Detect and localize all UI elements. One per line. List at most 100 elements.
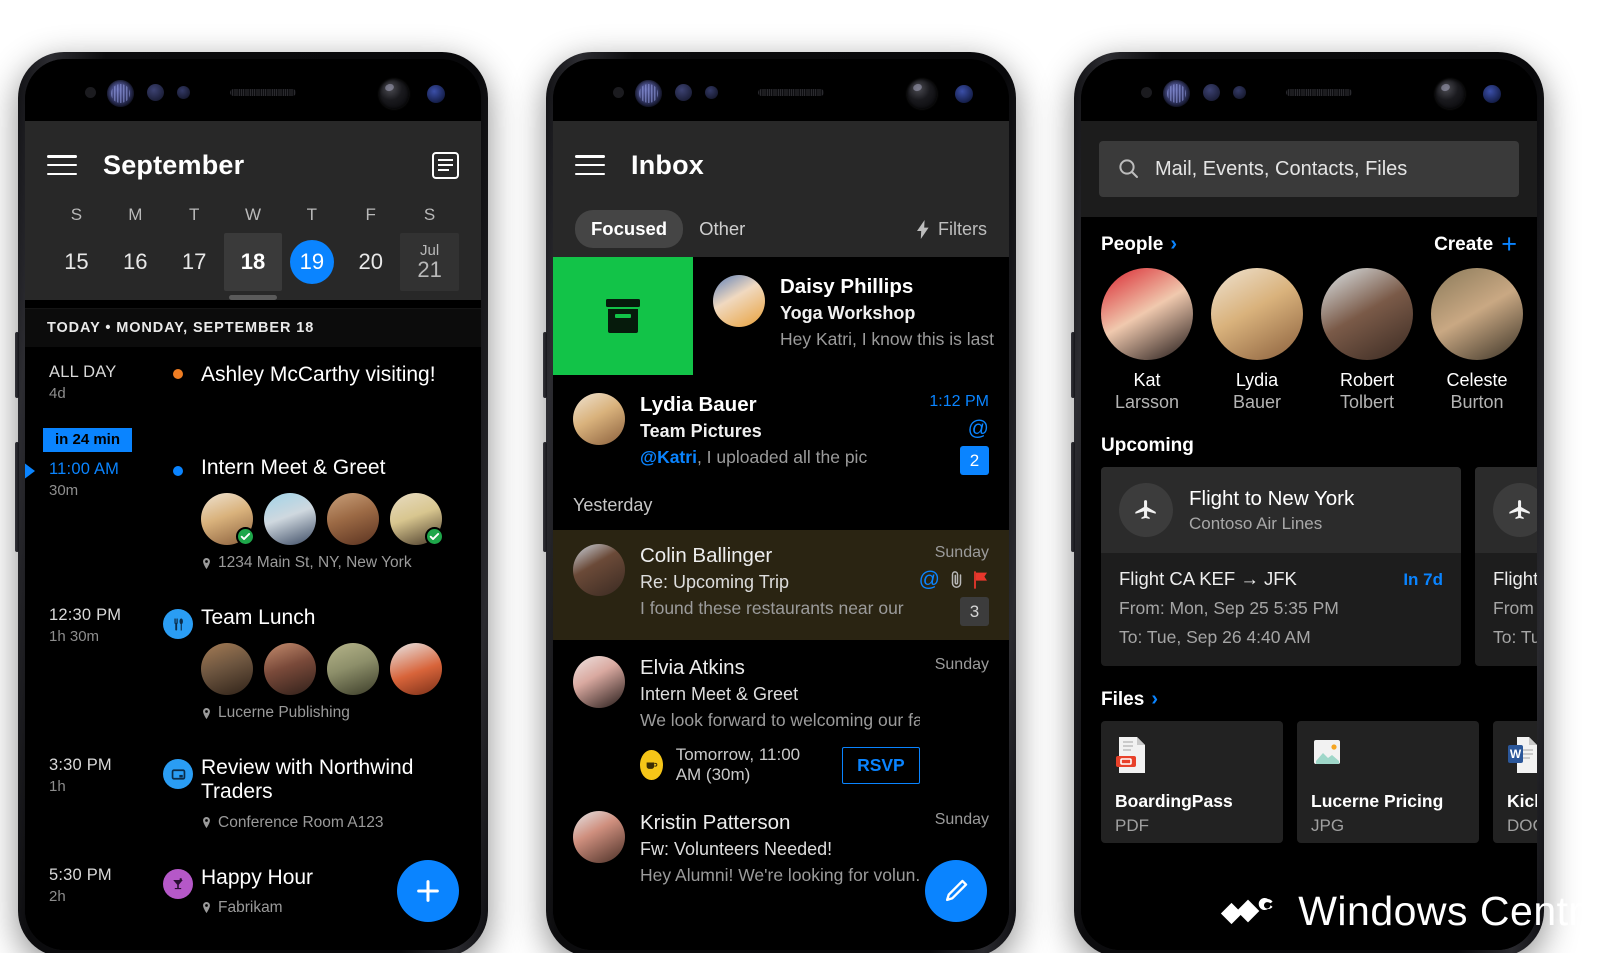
date-cell-today[interactable]: 18 bbox=[223, 233, 283, 291]
date-cell[interactable]: 20 bbox=[341, 233, 400, 291]
agenda-event-team-lunch[interactable]: 12:30 PM 1h 30m Team Lunch Lucerne Publi… bbox=[25, 606, 481, 722]
notification-led-icon bbox=[955, 85, 973, 103]
person-card[interactable]: Lydia Bauer bbox=[1211, 268, 1303, 413]
create-button[interactable]: Create + bbox=[1434, 230, 1517, 257]
file-name: Kicko bbox=[1507, 791, 1537, 811]
archive-swipe-action[interactable] bbox=[553, 257, 693, 375]
person-card[interactable]: Robert Tolbert bbox=[1321, 268, 1413, 413]
avatar[interactable] bbox=[390, 643, 442, 696]
message-content: Kristin Patterson Fw: Volunteers Needed!… bbox=[640, 811, 920, 886]
compose-button[interactable] bbox=[925, 860, 987, 922]
agenda-event-review[interactable]: 3:30 PM 1h Review with Northwind Traders… bbox=[25, 756, 481, 831]
phone2-power-button[interactable] bbox=[543, 442, 547, 552]
date-cell-selected[interactable]: 19 bbox=[282, 233, 341, 291]
people-list: Kat Larsson Lydia Bauer Robert Tolbert C… bbox=[1081, 266, 1537, 413]
avatar[interactable] bbox=[713, 275, 765, 327]
add-event-button[interactable] bbox=[397, 860, 459, 922]
proximity-sensor-icon bbox=[613, 87, 624, 98]
avatar[interactable] bbox=[327, 493, 379, 546]
phone3-power-button[interactable] bbox=[1071, 442, 1075, 552]
upcoming-card[interactable]: Flight to New York Contoso Air Lines Fli… bbox=[1101, 467, 1461, 666]
calendar-drag-handle[interactable] bbox=[229, 295, 277, 300]
tab-focused[interactable]: Focused bbox=[575, 210, 684, 248]
event-time: 12:30 PM bbox=[49, 606, 122, 625]
accepted-check-icon bbox=[236, 527, 255, 547]
event-time-block: 3:30 PM 1h bbox=[43, 756, 155, 831]
person-card[interactable]: Celeste Burton bbox=[1431, 268, 1523, 413]
avatar[interactable] bbox=[264, 493, 316, 546]
event-time: 5:30 PM bbox=[49, 865, 112, 884]
flight-from: From: Mon, Sep 25 5:35 PM bbox=[1119, 598, 1339, 618]
hamburger-menu-icon[interactable] bbox=[575, 155, 605, 175]
event-body: Ashley McCarthy visiting! bbox=[201, 363, 463, 402]
date-cell[interactable]: 17 bbox=[165, 233, 224, 291]
chevron-right-icon[interactable]: › bbox=[1170, 233, 1177, 256]
list-item[interactable]: Daisy Phillips Yoga Workshop Hey Katri, … bbox=[553, 257, 1009, 375]
flight-countdown: In 7d bbox=[1403, 570, 1443, 589]
mention-token: @Katri bbox=[640, 447, 697, 467]
files-list: BoardingPass PDF Lucerne Pricing JPG W K… bbox=[1081, 721, 1537, 843]
rsvp-button[interactable]: RSVP bbox=[842, 746, 920, 784]
phone3-volume-button[interactable] bbox=[1071, 332, 1075, 398]
message-preview: Hey Katri, I know this is last bbox=[780, 329, 994, 349]
inbox-header: Inbox Focused Other Filters bbox=[553, 121, 1009, 257]
message-content: Lydia Bauer Team Pictures @Katri, I uplo… bbox=[640, 393, 914, 475]
phone1-volume-button[interactable] bbox=[15, 332, 19, 398]
svg-text:W: W bbox=[1510, 747, 1522, 761]
agenda-event-current[interactable]: in 24 min 11:00 AM 30m Intern Meet & Gre… bbox=[25, 428, 481, 572]
event-marker bbox=[155, 756, 201, 831]
avatar[interactable] bbox=[201, 493, 255, 547]
tab-other[interactable]: Other bbox=[683, 210, 761, 248]
weekday-label: M bbox=[128, 205, 143, 224]
filters-button[interactable]: Filters bbox=[916, 219, 987, 240]
date-cell[interactable]: 16 bbox=[106, 233, 165, 291]
phone2-notch bbox=[553, 59, 1009, 121]
sensor-icon bbox=[675, 84, 692, 101]
agenda-event-all-day[interactable]: ALL DAY 4d Ashley McCarthy visiting! bbox=[25, 363, 481, 402]
message-row[interactable]: Elvia Atkins Intern Meet & Greet We look… bbox=[553, 640, 1009, 797]
weekday-label: W bbox=[244, 205, 262, 224]
file-card[interactable]: BoardingPass PDF bbox=[1101, 721, 1283, 843]
event-location-row: Conference Room A123 bbox=[201, 814, 463, 832]
search-screen: Mail, Events, Contacts, Files People › C… bbox=[1081, 121, 1537, 950]
avatar bbox=[1431, 268, 1523, 360]
message-list: Daisy Phillips Yoga Workshop Hey Katri, … bbox=[553, 257, 1009, 902]
message-preview: We look forward to welcoming our fall in… bbox=[640, 710, 920, 730]
hamburger-menu-icon[interactable] bbox=[47, 155, 77, 175]
upcoming-card-header: Flight bbox=[1475, 467, 1537, 553]
avatar[interactable] bbox=[327, 643, 379, 696]
phone2-volume-button[interactable] bbox=[543, 332, 547, 398]
files-section-title: Files bbox=[1101, 688, 1145, 710]
create-label: Create bbox=[1434, 233, 1494, 255]
people-section-header: People › Create + bbox=[1081, 217, 1537, 266]
avatar[interactable] bbox=[573, 393, 625, 445]
avatar[interactable] bbox=[573, 656, 625, 708]
message-row[interactable]: Daisy Phillips Yoga Workshop Hey Katri, … bbox=[693, 257, 1009, 375]
search-input[interactable]: Mail, Events, Contacts, Files bbox=[1099, 141, 1519, 197]
lightning-bolt-icon bbox=[917, 219, 929, 239]
agenda-view-icon[interactable] bbox=[432, 151, 459, 179]
screenshot-stage: September S M T W T F S 15 16 17 18 19 2… bbox=[0, 0, 1600, 953]
avatar[interactable] bbox=[264, 643, 316, 696]
event-duration: 30m bbox=[49, 482, 79, 499]
thread-count-badge: 3 bbox=[960, 597, 989, 626]
upcoming-card[interactable]: Flight Flight From To: Tu bbox=[1475, 467, 1537, 666]
message-row[interactable]: Lydia Bauer Team Pictures @Katri, I uplo… bbox=[553, 375, 1009, 483]
agenda-list: ALL DAY 4d Ashley McCarthy visiting! in … bbox=[25, 347, 481, 917]
message-row-flagged[interactable]: Colin Ballinger Re: Upcoming Trip I foun… bbox=[553, 530, 1009, 640]
avatar[interactable] bbox=[390, 493, 444, 547]
phone1-power-button[interactable] bbox=[15, 442, 19, 552]
file-card[interactable]: Lucerne Pricing JPG bbox=[1297, 721, 1479, 843]
image-file-icon bbox=[1314, 740, 1340, 764]
avatar[interactable] bbox=[573, 811, 625, 863]
avatar[interactable] bbox=[573, 544, 625, 596]
date-cell-next-month[interactable]: Jul 21 bbox=[400, 233, 460, 291]
avatar bbox=[1211, 268, 1303, 360]
message-time: Sunday bbox=[934, 656, 989, 673]
date-cell[interactable]: 15 bbox=[47, 233, 106, 291]
avatar[interactable] bbox=[201, 643, 253, 696]
chevron-right-icon[interactable]: › bbox=[1151, 688, 1158, 711]
person-card[interactable]: Kat Larsson bbox=[1101, 268, 1193, 413]
upcoming-card-list: Flight to New York Contoso Air Lines Fli… bbox=[1081, 467, 1537, 666]
file-card[interactable]: W Kicko DOC bbox=[1493, 721, 1537, 843]
